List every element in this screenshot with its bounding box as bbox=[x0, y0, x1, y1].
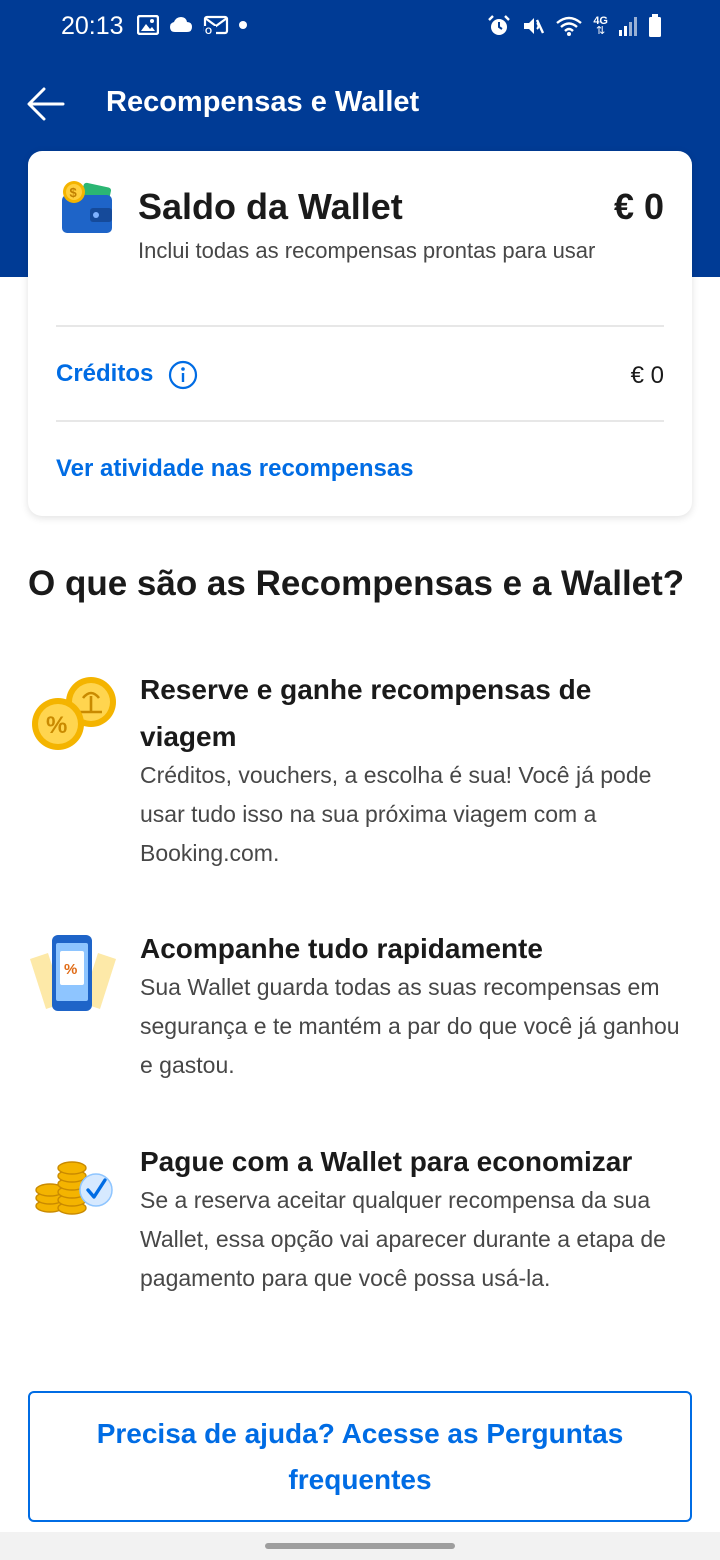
divider bbox=[56, 420, 664, 422]
feature-title: Pague com a Wallet para economizar bbox=[140, 1146, 633, 1177]
feature-title: Reserve e ganhe recompensas de viagem bbox=[140, 674, 592, 752]
feature-item: Pague com a Wallet para economizar Se a … bbox=[28, 1138, 692, 1338]
feature-item: % Reserve e ganhe recompensas de viagem … bbox=[28, 666, 692, 876]
wallet-balance-subtitle: Inclui todas as recompensas prontas para… bbox=[138, 238, 596, 263]
feature-description: Sua Wallet guarda todas as suas recompen… bbox=[140, 974, 680, 1078]
svg-text:$: $ bbox=[70, 185, 78, 200]
status-bar: 20:13 O 4G ⇅ bbox=[0, 0, 720, 56]
info-icon[interactable] bbox=[168, 360, 198, 390]
network-label: 4G bbox=[593, 14, 608, 27]
signal-icon bbox=[619, 17, 637, 36]
feature-item: % Acompanhe tudo rapidamente Sua Wallet … bbox=[28, 925, 692, 1085]
wifi-icon bbox=[556, 16, 583, 36]
wallet-balance-card: $ Saldo da Wallet € 0 Inclui todas as re… bbox=[28, 151, 692, 516]
page-title: Recompensas e Wallet bbox=[106, 86, 420, 118]
phone-voucher-icon: % bbox=[30, 935, 116, 1011]
arrow-left-icon bbox=[27, 87, 65, 121]
coins-icon: % bbox=[32, 677, 116, 750]
view-rewards-activity-link[interactable]: Ver atividade nas recompensas bbox=[56, 455, 414, 483]
status-time: 20:13 bbox=[61, 12, 124, 40]
battery-icon bbox=[649, 14, 661, 37]
system-navigation-bar bbox=[0, 1532, 720, 1560]
app-bar: Recompensas e Wallet bbox=[0, 66, 720, 142]
network-4g-icon: 4G ⇅ bbox=[593, 14, 608, 37]
feature-description: Se a reserva aceitar qualquer recompensa… bbox=[140, 1187, 666, 1291]
svg-text:O: O bbox=[205, 26, 212, 36]
section-title: O que são as Recompensas e a Wallet? bbox=[28, 564, 685, 603]
credits-label[interactable]: Créditos bbox=[56, 360, 153, 388]
coin-stack-check-icon bbox=[35, 1161, 113, 1215]
wallet-balance-title: Saldo da Wallet bbox=[138, 186, 403, 227]
image-icon bbox=[137, 15, 159, 35]
mute-icon bbox=[524, 18, 545, 34]
faq-help-button[interactable]: Precisa de ajuda? Acesse as Perguntas fr… bbox=[28, 1391, 692, 1522]
mail-icon: O bbox=[203, 15, 229, 36]
notification-dot bbox=[239, 21, 247, 29]
feature-description: Créditos, vouchers, a escolha é sua! Voc… bbox=[140, 762, 652, 866]
svg-text:%: % bbox=[64, 961, 77, 978]
cloud-icon bbox=[170, 17, 192, 32]
feature-title: Acompanhe tudo rapidamente bbox=[140, 933, 543, 964]
back-button[interactable] bbox=[22, 80, 70, 128]
home-indicator[interactable] bbox=[265, 1543, 455, 1549]
credits-amount: € 0 bbox=[630, 362, 664, 389]
svg-text:%: % bbox=[46, 712, 67, 739]
alarm-icon bbox=[488, 15, 511, 35]
wallet-icon: $ bbox=[62, 181, 112, 233]
wallet-balance-amount: € 0 bbox=[613, 186, 664, 227]
divider bbox=[56, 325, 664, 327]
